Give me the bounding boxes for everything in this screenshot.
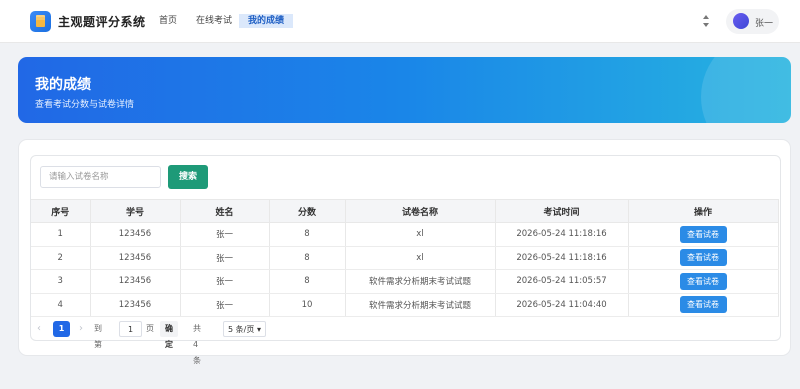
nav-item-online-exam[interactable]: 在线考试: [194, 14, 234, 28]
app-logo-icon: [30, 11, 51, 32]
view-paper-button[interactable]: 查看试卷: [679, 272, 727, 290]
cell-index: 2: [31, 246, 91, 270]
user-name: 张一: [755, 19, 774, 29]
header-score: 分数: [269, 199, 346, 223]
cell-name: 张一: [180, 246, 270, 270]
next-page-button[interactable]: ›: [79, 321, 83, 337]
header-actions: 操作: [628, 199, 779, 223]
cell-exam-time: 2026-05-24 11:04:40: [495, 293, 629, 317]
cell-actions: 查看试卷: [628, 293, 779, 317]
current-page-button[interactable]: 1: [53, 321, 70, 337]
table-row: 3 123456 张一 8 软件需求分析期末考试试题 2026-05-24 11…: [31, 269, 779, 294]
cell-actions: 查看试卷: [628, 246, 779, 270]
goto-prefix: 到第: [94, 324, 102, 349]
scores-panel: 请输入试卷名称 搜索 序号 学号 姓名 分数 试卷名称 考试时间 操作 1 12…: [30, 155, 781, 341]
cell-exam-time: 2026-05-24 11:05:57: [495, 269, 629, 294]
cell-exam-time: 2026-05-24 11:18:16: [495, 246, 629, 270]
cell-actions: 查看试卷: [628, 269, 779, 294]
table-header-row: 序号 学号 姓名 分数 试卷名称 考试时间 操作: [31, 199, 779, 223]
page-subtitle: 查看考试分数与试卷详情: [35, 100, 135, 110]
cell-actions: 查看试卷: [628, 222, 779, 247]
top-navbar: 主观题评分系统 首页 在线考试 我的成绩 张一: [0, 0, 800, 43]
goto-confirm-button[interactable]: 确定: [160, 321, 178, 349]
cell-student-id: 123456: [90, 269, 181, 294]
user-menu[interactable]: 张一: [726, 9, 779, 34]
table-row: 4 123456 张一 10 软件需求分析期末考试试题 2026-05-24 1…: [31, 293, 779, 317]
cell-name: 张一: [180, 269, 270, 294]
chevron-down-icon: ▾: [256, 325, 261, 334]
cell-name: 张一: [180, 222, 270, 247]
nav-item-my-scores[interactable]: 我的成绩: [239, 14, 294, 28]
cell-student-id: 123456: [90, 246, 181, 270]
table-row: 2 123456 张一 8 xl 2026-05-24 11:18:16 查看试…: [31, 246, 779, 270]
prev-page-button[interactable]: ‹: [37, 321, 41, 337]
cell-index: 1: [31, 222, 91, 247]
app-title: 主观题评分系统: [58, 15, 146, 29]
page-size-select[interactable]: 5 条/页 ▾: [223, 321, 266, 337]
table-row: 1 123456 张一 8 xl 2026-05-24 11:18:16 查看试…: [31, 222, 779, 247]
banner-decoration: [701, 57, 791, 123]
nav-item-home[interactable]: 首页: [157, 14, 179, 28]
cell-index: 3: [31, 269, 91, 294]
header-exam-time: 考试时间: [495, 199, 629, 223]
page-header-banner: 我的成绩 查看考试分数与试卷详情: [18, 57, 791, 123]
scores-table: 序号 学号 姓名 分数 试卷名称 考试时间 操作 1 123456 张一 8 x…: [31, 199, 779, 317]
cell-exam-time: 2026-05-24 11:18:16: [495, 222, 629, 247]
cell-name: 张一: [180, 293, 270, 317]
cell-paper-name: 软件需求分析期末考试试题: [345, 293, 496, 317]
goto-page-input[interactable]: 1: [119, 321, 142, 337]
cell-index: 4: [31, 293, 91, 317]
view-paper-button[interactable]: 查看试卷: [679, 296, 727, 314]
header-name: 姓名: [180, 199, 270, 223]
page-title: 我的成绩: [35, 77, 91, 93]
sort-toggle-icon[interactable]: [702, 14, 710, 28]
avatar: [733, 13, 749, 29]
goto-suffix: 页: [146, 324, 154, 333]
cell-score: 8: [269, 269, 346, 294]
scores-card: 请输入试卷名称 搜索 序号 学号 姓名 分数 试卷名称 考试时间 操作 1 12…: [18, 139, 791, 365]
view-paper-button[interactable]: 查看试卷: [679, 249, 727, 267]
header-student-id: 学号: [90, 199, 181, 223]
cell-student-id: 123456: [90, 293, 181, 317]
cell-paper-name: xl: [345, 222, 496, 247]
cell-score: 10: [269, 293, 346, 317]
header-index: 序号: [31, 199, 91, 223]
cell-paper-name: xl: [345, 246, 496, 270]
cell-score: 8: [269, 222, 346, 247]
search-button[interactable]: 搜索: [168, 165, 208, 189]
search-input[interactable]: 请输入试卷名称: [40, 166, 161, 188]
view-paper-button[interactable]: 查看试卷: [679, 225, 727, 243]
cell-student-id: 123456: [90, 222, 181, 247]
cell-score: 8: [269, 246, 346, 270]
cell-paper-name: 软件需求分析期末考试试题: [345, 269, 496, 294]
total-count: 共 4 条: [193, 324, 201, 365]
header-paper-name: 试卷名称: [345, 199, 496, 223]
page-size-value: 5 条/页: [228, 325, 255, 334]
